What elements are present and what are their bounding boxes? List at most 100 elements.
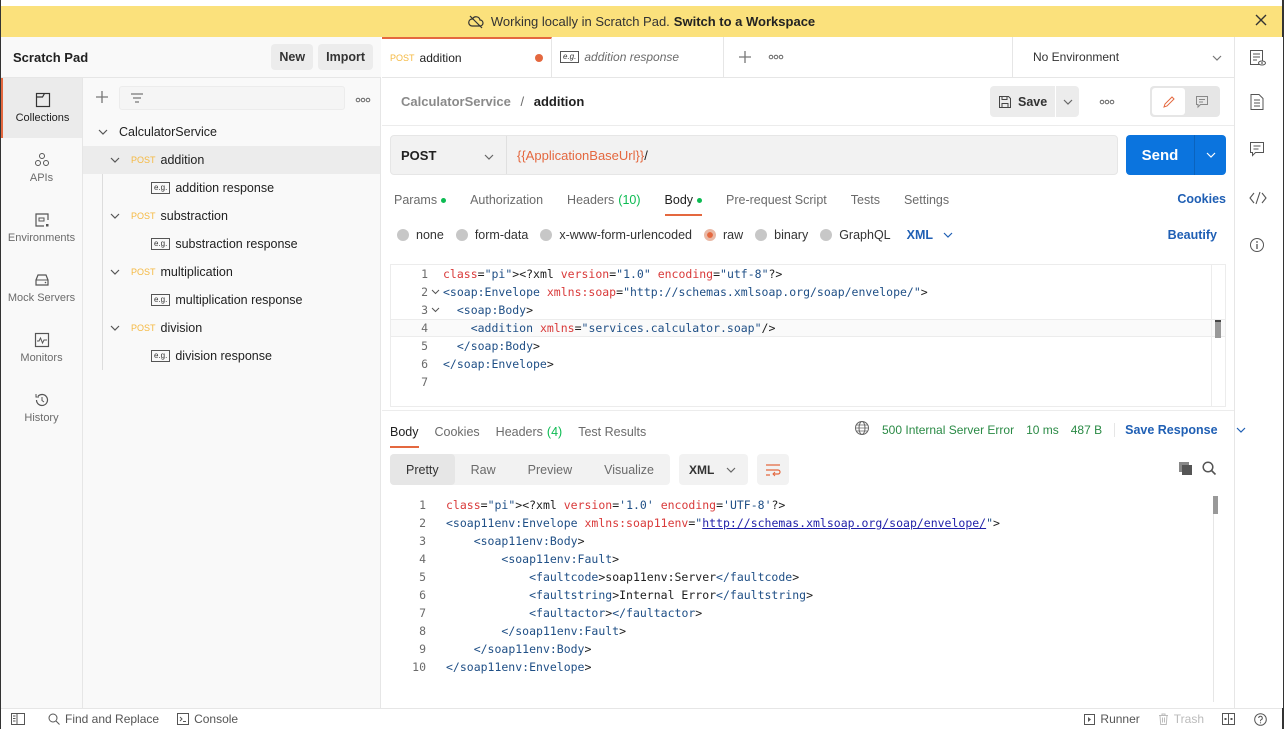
tab-label: Cookies	[434, 425, 480, 439]
editor-scrollbar[interactable]	[1211, 265, 1225, 406]
view-pretty[interactable]: Pretty	[390, 454, 455, 485]
response-body[interactable]: 1 class="pi"><?xml version='1.0' encoding…	[390, 496, 1226, 702]
request-body-editor[interactable]: 1 class="pi"><?xml version="1.0" encoding…	[390, 264, 1226, 407]
rail-item-history[interactable]: History	[1, 378, 82, 438]
trash-button[interactable]: Trash	[1158, 712, 1204, 726]
code-line: 2 <soap11env:Envelope xmlns:soap11env="ht…	[419, 516, 1000, 530]
raw-format-select[interactable]: XML	[907, 228, 953, 242]
radio-binary[interactable]: binary	[755, 228, 808, 242]
example-node[interactable]: e.g. addition response	[83, 174, 380, 202]
two-pane-icon[interactable]	[1222, 713, 1240, 725]
method-select[interactable]: POST	[391, 136, 507, 174]
resp-tab-headers[interactable]: Headers (4)	[496, 418, 563, 446]
breadcrumb-collection[interactable]: CalculatorService	[401, 94, 511, 109]
resp-tab-cookies[interactable]: Cookies	[435, 418, 480, 446]
cookies-link[interactable]: Cookies	[1177, 192, 1226, 206]
save-dropdown-icon[interactable]	[1056, 86, 1080, 117]
view-preview[interactable]: Preview	[512, 454, 588, 485]
rail-item-apis[interactable]: APIs	[1, 138, 82, 198]
scrollbar-thumb[interactable]	[1213, 496, 1218, 514]
environment-quick-look-icon[interactable]	[1249, 49, 1267, 70]
chevron-down-icon[interactable]	[108, 157, 122, 163]
comments-icon[interactable]	[1249, 141, 1265, 160]
add-collection-icon[interactable]	[95, 90, 109, 107]
toggle-sidebar-icon[interactable]	[11, 713, 30, 725]
fold-icon[interactable]	[428, 307, 443, 313]
more-options-icon[interactable]	[355, 91, 371, 106]
example-node[interactable]: e.g. multiplication response	[83, 286, 380, 314]
rail-item-mock-servers[interactable]: Mock Servers	[1, 258, 82, 318]
copy-icon[interactable]	[1178, 461, 1193, 479]
edit-mode-icon[interactable]	[1152, 88, 1185, 115]
chevron-down-icon[interactable]	[108, 325, 122, 331]
request-node[interactable]: POST multiplication	[83, 258, 380, 286]
resp-tab-test-results[interactable]: Test Results	[578, 418, 646, 446]
tab-settings[interactable]: Settings	[904, 186, 949, 214]
rail-item-environments[interactable]: Environments	[1, 198, 82, 258]
beautify-link[interactable]: Beautify	[1168, 228, 1217, 242]
right-sidebar	[1234, 37, 1283, 708]
documentation-icon[interactable]	[1249, 93, 1265, 114]
comment-mode-icon[interactable]	[1185, 88, 1218, 115]
radio-none[interactable]: none	[397, 228, 444, 242]
new-tab-icon[interactable]	[724, 37, 760, 77]
search-icon[interactable]	[1202, 461, 1217, 479]
view-raw[interactable]: Raw	[455, 454, 512, 485]
rail-item-monitors[interactable]: Monitors	[1, 318, 82, 378]
breadcrumb-request[interactable]: addition	[534, 94, 585, 109]
request-node[interactable]: POST substraction	[83, 202, 380, 230]
runner-button[interactable]: Runner	[1084, 712, 1140, 726]
request-more-icon[interactable]	[1099, 93, 1115, 108]
help-icon[interactable]	[1254, 712, 1272, 726]
tab-pre-request-script[interactable]: Pre-request Script	[726, 186, 827, 214]
response-time[interactable]: 10 ms	[1026, 423, 1059, 437]
switch-workspace-link[interactable]: Switch to a Workspace	[674, 14, 815, 29]
save-response-button[interactable]: Save Response	[1114, 422, 1245, 437]
send-button[interactable]: Send	[1126, 135, 1195, 175]
find-replace-button[interactable]: Find and Replace	[48, 712, 159, 726]
tab-body[interactable]: Body	[664, 186, 703, 216]
resp-tab-body[interactable]: Body	[390, 418, 419, 448]
save-button[interactable]: Save	[990, 86, 1056, 117]
tab-headers[interactable]: Headers (10)	[567, 186, 640, 214]
response-format-select[interactable]: XML	[679, 454, 748, 485]
radio-raw[interactable]: raw	[704, 228, 743, 242]
tab-authorization[interactable]: Authorization	[470, 186, 543, 214]
tab-tests[interactable]: Tests	[851, 186, 880, 214]
tab-options-icon[interactable]	[760, 37, 792, 77]
response-scrollbar[interactable]	[1213, 496, 1214, 702]
rail-item-collections[interactable]: Collections	[1, 78, 82, 138]
request-node[interactable]: POST division	[83, 314, 380, 342]
request-node[interactable]: POST addition	[83, 146, 380, 174]
example-node[interactable]: e.g. substraction response	[83, 230, 380, 258]
send-dropdown-icon[interactable]	[1195, 135, 1226, 175]
view-visualize[interactable]: Visualize	[588, 454, 670, 485]
response-size[interactable]: 487 B	[1071, 423, 1102, 437]
radio-form-data[interactable]: form-data	[455, 228, 528, 242]
scrollbar-thumb[interactable]	[1215, 320, 1221, 338]
chevron-down-icon[interactable]	[108, 213, 122, 219]
tab-params[interactable]: Params	[394, 186, 447, 214]
radio-urlencoded[interactable]: x-www-form-urlencoded	[540, 228, 692, 242]
status-code[interactable]: 500 Internal Server Error	[882, 423, 1014, 437]
example-node[interactable]: e.g. division response	[83, 342, 380, 370]
info-icon[interactable]	[1249, 237, 1265, 256]
console-button[interactable]: Console	[177, 712, 238, 726]
fold-icon[interactable]	[428, 289, 443, 295]
close-icon[interactable]	[1254, 13, 1268, 30]
new-button[interactable]: New	[271, 44, 314, 70]
import-button[interactable]: Import	[318, 44, 373, 70]
radio-graphql[interactable]: GraphQL	[820, 228, 891, 242]
chevron-down-icon[interactable]	[96, 129, 110, 135]
chevron-down-icon[interactable]	[108, 269, 122, 275]
filter-input[interactable]	[119, 86, 345, 110]
url-input[interactable]: {{ApplicationBaseUrl}} /	[507, 136, 1117, 174]
environment-selector[interactable]: No Environment	[1012, 37, 1234, 78]
tab-addition[interactable]: POST addition	[382, 37, 552, 77]
collection-node[interactable]: CalculatorService	[83, 118, 380, 146]
wrap-lines-icon[interactable]	[757, 454, 789, 485]
globe-icon[interactable]	[854, 420, 870, 439]
tab-addition-response[interactable]: e.g. addition response	[552, 37, 724, 77]
code-icon[interactable]	[1249, 191, 1267, 208]
pane-divider[interactable]	[382, 410, 1234, 411]
